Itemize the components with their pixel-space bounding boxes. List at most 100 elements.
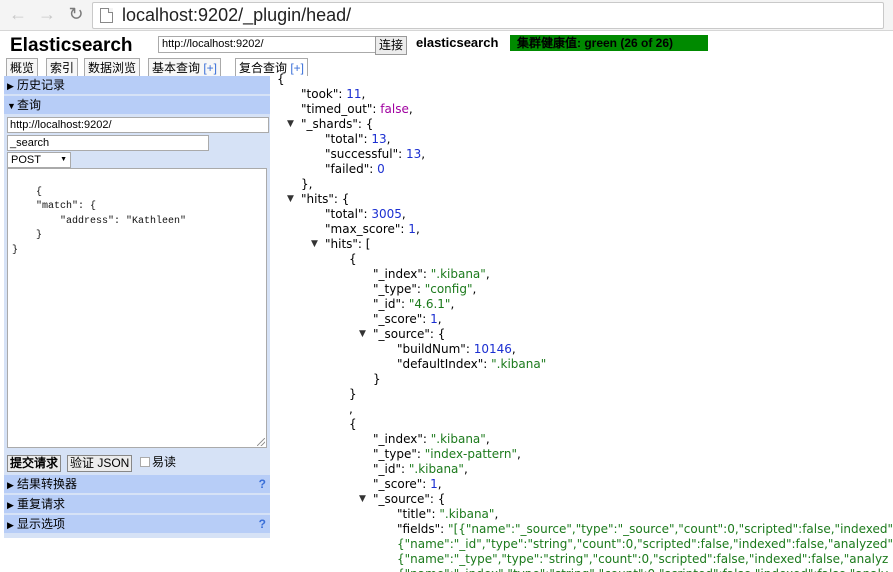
json-token: , (437, 477, 442, 491)
json-token: "[{"name":"_source","type":"_source","co… (448, 522, 893, 536)
json-line: } (373, 372, 381, 387)
json-token: ".kibana" (408, 462, 464, 476)
connect-button[interactable]: 连接 (375, 36, 408, 55)
json-token: , (450, 297, 455, 311)
json-token: "buildNum": (397, 342, 474, 356)
back-button[interactable]: ← (8, 4, 28, 24)
json-token: 13 (406, 147, 422, 161)
query-path-input[interactable]: _search (7, 135, 209, 151)
json-token: "hits": { (301, 192, 350, 206)
json-token: ".kibana" (430, 267, 486, 281)
json-token: "successful": (325, 147, 406, 161)
json-token: , (463, 462, 468, 476)
easy-read-label: 易读 (152, 455, 177, 469)
reload-button[interactable]: ↻ (66, 4, 86, 24)
query-section-header[interactable]: ▼查询 (4, 96, 270, 114)
page-icon (100, 8, 113, 23)
validate-json-button[interactable]: 验证 JSON (67, 455, 133, 472)
json-token: 13 (371, 132, 387, 146)
help-icon[interactable]: ? (259, 515, 266, 533)
json-token: "timed_out": (301, 102, 381, 116)
json-token: , (408, 102, 413, 116)
json-token: , (511, 342, 516, 356)
request-body-editor[interactable]: { "match": { "address": "Kathleen" } } (7, 168, 267, 448)
reload-icon: ↻ (68, 4, 84, 24)
json-token: "total": (325, 132, 372, 146)
json-line: { (277, 72, 285, 87)
cluster-health-badge: 集群健康值: green (26 of 26) (510, 35, 708, 51)
tab-overview[interactable]: 概览 (6, 58, 39, 76)
resize-handle-icon[interactable] (257, 438, 265, 446)
json-token: , (494, 507, 499, 521)
history-section-header[interactable]: ▶ 历史记录 (4, 76, 270, 94)
collapse-toggle-icon[interactable]: ▼ (311, 237, 318, 252)
json-line: "failed": 0 (325, 162, 385, 177)
collapse-toggle-icon[interactable]: ▼ (359, 327, 366, 342)
tab-indices[interactable]: 索引 (46, 58, 79, 76)
request-body-text: { "match": { "address": "Kathleen" } } (12, 186, 187, 256)
json-line: {"name":"_index","type":"string","count"… (397, 567, 888, 572)
json-token: 1 (430, 477, 438, 491)
display-options-section-header[interactable]: ▶ 显示选项 ? (4, 515, 270, 533)
json-token: "config" (424, 282, 473, 296)
tab-browser[interactable]: 数据浏览 (84, 58, 141, 76)
json-line: "_source": { (373, 492, 445, 507)
json-token: "_source": { (373, 327, 446, 341)
collapse-toggle-icon[interactable]: ▼ (287, 192, 294, 207)
json-token: , (361, 87, 366, 101)
checkbox-icon[interactable] (140, 457, 150, 467)
address-text: localhost:9202/_plugin/head/ (122, 5, 352, 25)
json-line: "_source": { (373, 327, 445, 342)
caret-right-icon: ▶ (7, 520, 14, 530)
json-token: "_id": (373, 297, 409, 311)
json-token: "_type": (373, 282, 425, 296)
json-token: "fields": (397, 522, 449, 536)
arrow-right-icon: → (38, 4, 56, 24)
json-token: 3005 (371, 207, 402, 221)
json-token: 1 (408, 222, 416, 236)
json-token: "_score": (373, 477, 431, 491)
caret-right-icon: ▶ (7, 81, 14, 91)
query-url-input[interactable]: http://localhost:9202/ (7, 117, 269, 133)
json-token: { (349, 252, 357, 266)
json-token: , (517, 447, 521, 461)
repeat-section-header[interactable]: ▶ 重复请求 (4, 495, 270, 513)
json-line: "timed_out": false, (301, 102, 413, 117)
json-token: {"name":"_type","type":"string","count":… (397, 552, 889, 566)
json-line: "defaultIndex": ".kibana" (397, 357, 546, 372)
help-icon[interactable]: ? (259, 475, 266, 493)
json-token: 11 (346, 87, 362, 101)
tab-label: 索引 (50, 61, 75, 75)
tab-basic-query[interactable]: 基本查询 [+] (148, 58, 222, 76)
collapse-toggle-icon[interactable]: ▼ (287, 117, 294, 132)
caret-down-icon: ▼ (7, 101, 16, 111)
json-line: {"name":"_id","type":"string","count":0,… (397, 537, 893, 552)
address-bar[interactable]: localhost:9202/_plugin/head/ (92, 2, 884, 29)
submit-request-button[interactable]: 提交请求 (7, 455, 62, 472)
json-line: { (349, 252, 357, 267)
json-token: "index-pattern" (424, 447, 517, 461)
arrow-left-icon: ← (9, 4, 27, 24)
collapse-toggle-icon[interactable]: ▼ (359, 492, 366, 507)
easy-read-toggle[interactable]: 易读 (140, 455, 176, 470)
section-label: 结果转换器 (17, 477, 78, 491)
app-title: Elasticsearch (10, 35, 133, 56)
json-token: , (349, 402, 353, 416)
json-token: , (415, 222, 420, 236)
json-token: , (485, 267, 490, 281)
json-token: , (401, 207, 406, 221)
json-line: "hits": [ (325, 237, 370, 252)
tab-label: 数据浏览 (88, 61, 137, 75)
json-token: , (421, 147, 426, 161)
json-token: 1 (430, 312, 438, 326)
tab-add-button[interactable]: [+] (203, 61, 217, 75)
json-line: "took": 11, (301, 87, 365, 102)
json-token: "max_score": (325, 222, 409, 236)
json-line: "_index": ".kibana", (373, 267, 490, 282)
method-select[interactable]: POST ▼ (7, 152, 71, 168)
json-line: "_score": 1, (373, 312, 442, 327)
forward-button[interactable]: → (37, 4, 57, 24)
connect-url-input[interactable]: http://localhost:9202/ (158, 36, 378, 53)
transformer-section-header[interactable]: ▶ 结果转换器 ? (4, 475, 270, 493)
json-token: , (485, 432, 490, 446)
